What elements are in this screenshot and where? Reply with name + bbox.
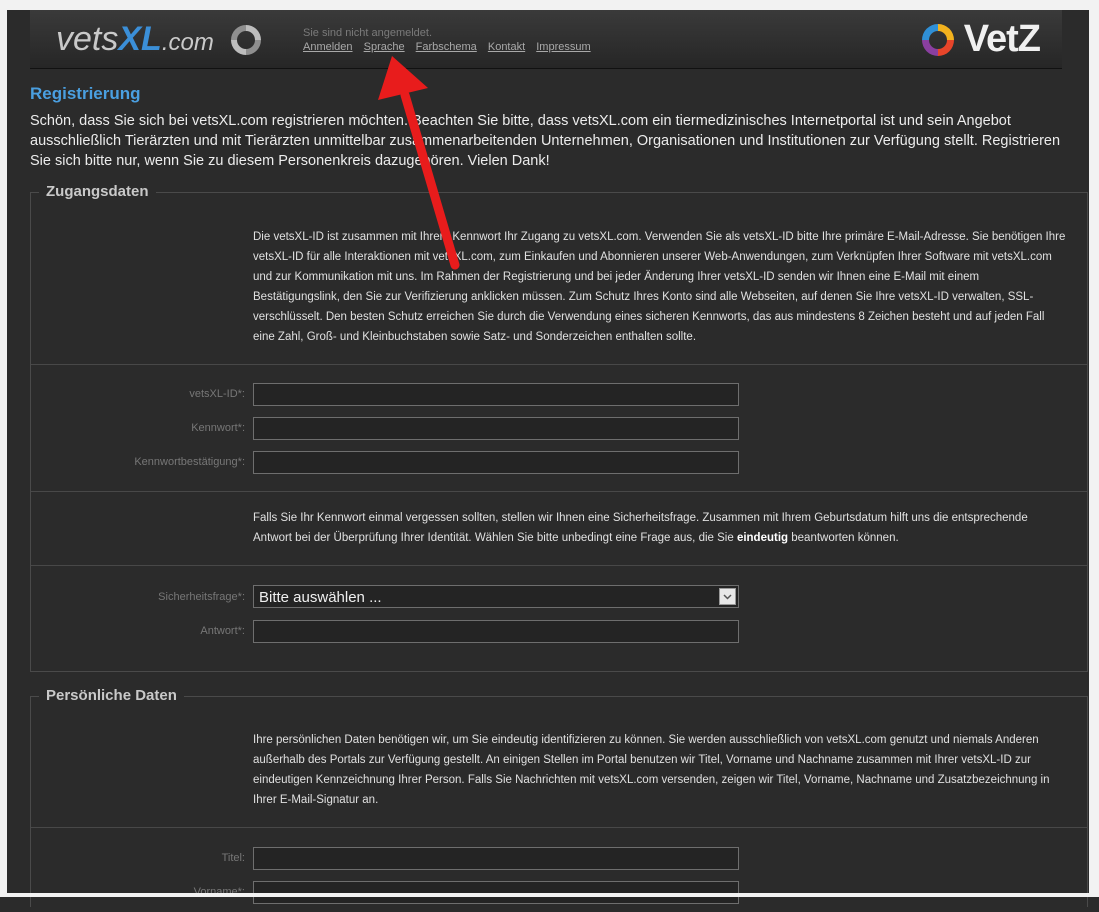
personal-description: Ihre persönlichen Daten benötigen wir, u…: [253, 734, 1050, 806]
vetz-logo-text: VetZ: [963, 18, 1041, 60]
security-description-section: Falls Sie Ihr Kennwort einmal vergessen …: [31, 492, 1087, 566]
security-question-select[interactable]: Bitte auswählen ...: [253, 585, 739, 608]
nav-link-impressum[interactable]: Impressum: [536, 41, 590, 53]
row-title: Titel:: [31, 844, 1087, 878]
password-confirm-input[interactable]: [253, 451, 739, 474]
window-frame-left: [0, 0, 7, 897]
vetz-logo[interactable]: VetZ: [918, 18, 1041, 61]
label-password: Kennwort*:: [191, 422, 245, 434]
chevron-down-icon[interactable]: [719, 588, 736, 605]
login-status: Sie sind nicht angemeldet.: [303, 27, 433, 39]
logo-text-dotcom: .com: [161, 29, 214, 56]
title-input[interactable]: [253, 847, 739, 870]
vetsxl-logo[interactable]: vetsXL.com: [56, 20, 214, 59]
logo-text-xl: XL: [118, 20, 162, 58]
swirl-logo-icon: [231, 25, 261, 55]
security-description-end: beantworten können.: [788, 532, 899, 544]
nav-link-kontakt[interactable]: Kontakt: [488, 41, 525, 53]
label-answer: Antwort*:: [200, 625, 245, 637]
security-question-section: Sicherheitsfrage*: Bitte auswählen ... A…: [31, 566, 1087, 670]
credentials-section: vetsXL-ID*: Kennwort*: Kennwortbestätigu…: [31, 365, 1087, 492]
row-password-confirm: Kennwortbestätigung*:: [31, 448, 1087, 482]
personal-fields-section: Titel: Vorname*:: [31, 828, 1087, 912]
access-description-section: Die vetsXL-ID ist zusammen mit Ihrem Ken…: [31, 193, 1087, 365]
security-question-value: Bitte auswählen ...: [259, 589, 382, 606]
window-frame-top: [0, 0, 1099, 10]
window-frame-bottom: [0, 893, 1099, 897]
label-password-confirm: Kennwortbestätigung*:: [134, 456, 245, 468]
label-security-question: Sicherheitsfrage*:: [158, 591, 245, 603]
row-answer: Antwort*:: [31, 617, 1087, 651]
fieldset-personal-data: Persönliche Daten Ihre persönlichen Date…: [30, 687, 1088, 907]
vetsxl-id-input[interactable]: [253, 383, 739, 406]
row-password: Kennwort*:: [31, 414, 1087, 448]
intro-text: Schön, dass Sie sich bei vetsXL.com regi…: [30, 113, 1061, 169]
access-description: Die vetsXL-ID ist zusammen mit Ihrem Ken…: [253, 231, 1066, 343]
site-header: vetsXL.com Sie sind nicht angemeldet. An…: [30, 10, 1062, 69]
answer-input[interactable]: [253, 620, 739, 643]
label-title: Titel:: [221, 852, 245, 864]
nav-link-sprache[interactable]: Sprache: [364, 41, 405, 53]
legend-personal-data: Persönliche Daten: [39, 687, 184, 704]
nav-link-farbschema[interactable]: Farbschema: [416, 41, 477, 53]
label-vetsxl-id: vetsXL-ID*:: [189, 388, 245, 400]
row-security-question: Sicherheitsfrage*: Bitte auswählen ...: [31, 583, 1087, 617]
page-title: Registrierung: [30, 84, 141, 103]
security-description-text: Falls Sie Ihr Kennwort einmal vergessen …: [253, 512, 1028, 544]
legend-access-data: Zugangsdaten: [39, 183, 156, 200]
nav-link-anmelden[interactable]: Anmelden: [303, 41, 353, 53]
vetz-swirl-icon: [921, 23, 954, 56]
personal-description-section: Ihre persönlichen Daten benötigen wir, u…: [31, 697, 1087, 828]
row-vetsxl-id: vetsXL-ID*:: [31, 380, 1087, 414]
header-nav: Sie sind nicht angemeldet. Anmelden Spra…: [303, 27, 599, 53]
window-frame-right: [1089, 0, 1099, 897]
fieldset-access-data: Zugangsdaten Die vetsXL-ID ist zusammen …: [30, 183, 1088, 672]
password-input[interactable]: [253, 417, 739, 440]
security-description-emphasis: eindeutig: [736, 532, 789, 544]
logo-text-vets: vets: [56, 20, 119, 58]
security-description: Falls Sie Ihr Kennwort einmal vergessen …: [253, 508, 1068, 548]
